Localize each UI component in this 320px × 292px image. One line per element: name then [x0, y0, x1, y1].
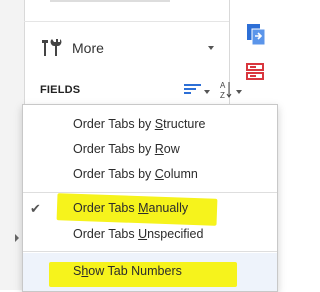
sort-chevron-down-icon[interactable] [204, 90, 210, 94]
more-dropdown[interactable]: More [24, 30, 229, 68]
menu-item-label: Order Tabs by Column [73, 167, 198, 181]
collapse-arrow-icon[interactable] [15, 234, 19, 242]
menu-item-order-by-row[interactable]: Order Tabs by Row [23, 136, 277, 164]
top-partial-row [50, 0, 170, 8]
menu-item-order-unspecified[interactable]: Order Tabs Unspecified [23, 221, 277, 249]
check-icon: ✔ [30, 201, 41, 216]
menu-item-show-tab-numbers[interactable]: Show Tab Numbers [23, 253, 277, 291]
chevron-down-icon [208, 46, 214, 50]
menu-item-label: Order Tabs Unspecified [73, 227, 204, 241]
export-pdf-icon[interactable] [245, 23, 267, 52]
sort-lines-icon[interactable] [184, 82, 202, 101]
more-label: More [72, 40, 104, 56]
menu-item-label: Order Tabs Manually [73, 201, 189, 215]
tools-icon [40, 38, 62, 63]
menu-item-label: Order Tabs by Structure [73, 117, 206, 131]
menu-item-order-by-column[interactable]: Order Tabs by Column [23, 161, 277, 189]
form-fields-icon[interactable] [245, 62, 267, 87]
fields-heading: FIELDS [40, 84, 81, 96]
menu-item-order-by-structure[interactable]: Order Tabs by Structure [23, 111, 277, 139]
menu-item-order-manually[interactable]: ✔ Order Tabs Manually [23, 193, 277, 226]
menu-separator [23, 251, 277, 252]
svg-text:Z: Z [220, 91, 225, 100]
menu-item-label: Show Tab Numbers [73, 264, 182, 278]
menu-item-label: Order Tabs by Row [73, 142, 180, 156]
svg-text:A: A [220, 81, 226, 90]
tab-order-menu: Order Tabs by Structure Order Tabs by Ro… [22, 104, 278, 292]
divider [24, 21, 229, 22]
az-sort-icon[interactable]: A Z [219, 80, 233, 105]
az-chevron-down-icon[interactable] [236, 90, 242, 94]
